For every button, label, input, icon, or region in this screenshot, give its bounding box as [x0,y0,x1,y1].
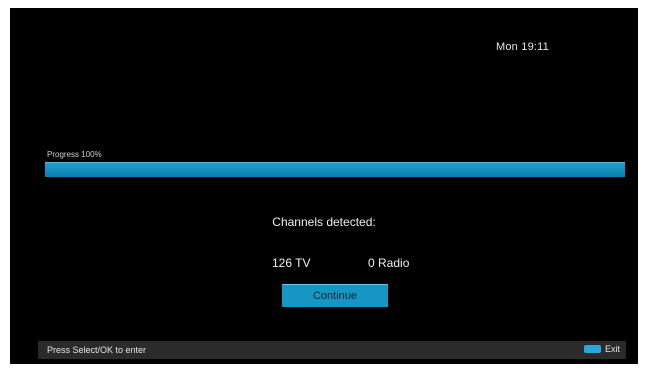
footer-hint: Press Select/OK to enter [47,345,147,355]
progress-bar-fill [45,163,625,177]
radio-channel-count: 0 Radio [368,256,410,270]
progress-label: Progress 100% [47,150,102,159]
footer-bar: Press Select/OK to enter Exit [38,341,626,359]
exit-label: Exit [604,344,620,354]
tv-screen: Mon 19:11 Progress 100% Channels detecte… [10,8,638,364]
continue-button[interactable]: Continue [282,284,388,307]
clock: Mon 19:11 [496,41,549,53]
exit-button[interactable]: Exit [583,344,620,354]
progress-bar [45,162,625,177]
channels-detected-title: Channels detected: [272,215,376,229]
tv-channel-count: 126 TV [272,256,311,270]
blue-key-icon [583,345,601,353]
